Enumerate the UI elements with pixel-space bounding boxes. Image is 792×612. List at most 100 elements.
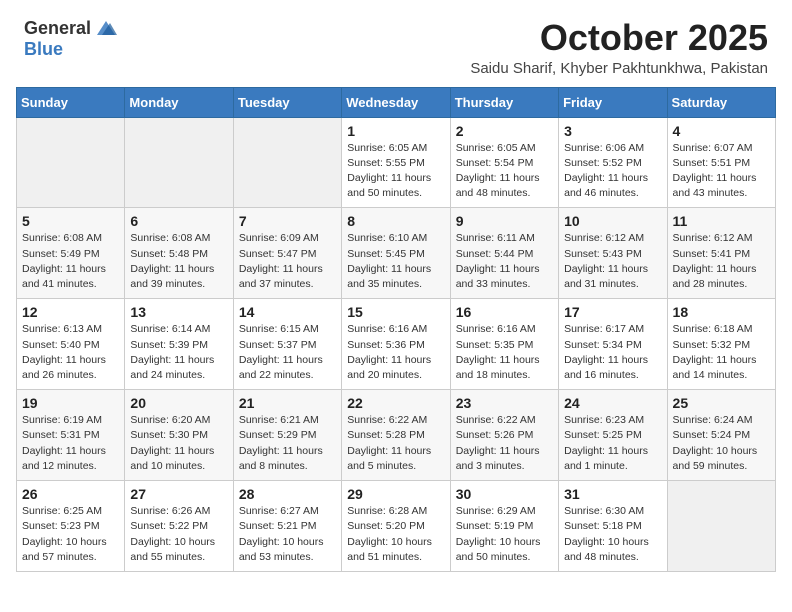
day-number: 27 — [130, 486, 227, 502]
day-info: Sunrise: 6:22 AMSunset: 5:26 PMDaylight:… — [456, 413, 553, 474]
day-number: 9 — [456, 213, 553, 229]
day-cell: 6Sunrise: 6:08 AMSunset: 5:48 PMDaylight… — [125, 208, 233, 299]
column-header-thursday: Thursday — [450, 87, 558, 117]
day-cell: 17Sunrise: 6:17 AMSunset: 5:34 PMDayligh… — [559, 299, 667, 390]
day-info: Sunrise: 6:11 AMSunset: 5:44 PMDaylight:… — [456, 231, 553, 292]
column-header-friday: Friday — [559, 87, 667, 117]
day-number: 18 — [673, 304, 770, 320]
day-info: Sunrise: 6:25 AMSunset: 5:23 PMDaylight:… — [22, 504, 119, 565]
day-info: Sunrise: 6:26 AMSunset: 5:22 PMDaylight:… — [130, 504, 227, 565]
day-number: 31 — [564, 486, 661, 502]
day-cell: 23 Sunrise: 6:22 AMSunset: 5:26 PMDayligh… — [450, 390, 558, 481]
day-number: 2 — [456, 123, 553, 139]
day-number: 14 — [239, 304, 336, 320]
day-cell: 24 Sunrise: 6:23 AMSunset: 5:25 PMDayligh… — [559, 390, 667, 481]
day-cell: 27 Sunrise: 6:26 AMSunset: 5:22 PMDayligh… — [125, 481, 233, 572]
day-cell: 19 Sunrise: 6:19 AMSunset: 5:31 PMDayligh… — [17, 390, 125, 481]
day-number: 21 — [239, 395, 336, 411]
day-number: 12 — [22, 304, 119, 320]
day-info: Sunrise: 6:21 AMSunset: 5:29 PMDaylight:… — [239, 413, 336, 474]
day-cell: 10Sunrise: 6:12 AMSunset: 5:43 PMDayligh… — [559, 208, 667, 299]
day-cell: 9 Sunrise: 6:11 AMSunset: 5:44 PMDaylight… — [450, 208, 558, 299]
day-cell: 22 Sunrise: 6:22 AMSunset: 5:28 PMDayligh… — [342, 390, 450, 481]
day-number: 5 — [22, 213, 119, 229]
day-info: Sunrise: 6:16 AMSunset: 5:36 PMDaylight:… — [347, 322, 444, 383]
day-cell: 4 Sunrise: 6:07 AMSunset: 5:51 PMDaylight… — [667, 117, 775, 208]
day-info: Sunrise: 6:15 AMSunset: 5:37 PMDaylight:… — [239, 322, 336, 383]
day-info: Sunrise: 6:06 AMSunset: 5:52 PMDaylight:… — [564, 141, 661, 202]
logo: General Blue — [24, 18, 117, 60]
day-info: Sunrise: 6:05 AMSunset: 5:55 PMDaylight:… — [347, 141, 444, 202]
day-cell: 30 Sunrise: 6:29 AMSunset: 5:19 PMDayligh… — [450, 481, 558, 572]
day-info: Sunrise: 6:24 AMSunset: 5:24 PMDaylight:… — [673, 413, 770, 474]
day-cell — [233, 117, 341, 208]
day-cell: 18 Sunrise: 6:18 AMSunset: 5:32 PMDayligh… — [667, 299, 775, 390]
day-info: Sunrise: 6:16 AMSunset: 5:35 PMDaylight:… — [456, 322, 553, 383]
day-cell: 20Sunrise: 6:20 AMSunset: 5:30 PMDayligh… — [125, 390, 233, 481]
title-block: October 2025 Saidu Sharif, Khyber Pakhtu… — [470, 18, 768, 77]
day-number: 3 — [564, 123, 661, 139]
day-number: 22 — [347, 395, 444, 411]
day-number: 30 — [456, 486, 553, 502]
day-number: 13 — [130, 304, 227, 320]
day-info: Sunrise: 6:22 AMSunset: 5:28 PMDaylight:… — [347, 413, 444, 474]
day-cell: 26 Sunrise: 6:25 AMSunset: 5:23 PMDayligh… — [17, 481, 125, 572]
day-cell: 2Sunrise: 6:05 AMSunset: 5:54 PMDaylight… — [450, 117, 558, 208]
day-cell: 14 Sunrise: 6:15 AMSunset: 5:37 PMDayligh… — [233, 299, 341, 390]
day-info: Sunrise: 6:07 AMSunset: 5:51 PMDaylight:… — [673, 141, 770, 202]
day-info: Sunrise: 6:28 AMSunset: 5:20 PMDaylight:… — [347, 504, 444, 565]
day-cell: 3 Sunrise: 6:06 AMSunset: 5:52 PMDaylight… — [559, 117, 667, 208]
day-info: Sunrise: 6:08 AMSunset: 5:49 PMDaylight:… — [22, 231, 119, 292]
day-cell: 5 Sunrise: 6:08 AMSunset: 5:49 PMDaylight… — [17, 208, 125, 299]
day-number: 6 — [130, 213, 227, 229]
column-header-tuesday: Tuesday — [233, 87, 341, 117]
day-info: Sunrise: 6:23 AMSunset: 5:25 PMDaylight:… — [564, 413, 661, 474]
month-title: October 2025 — [470, 18, 768, 58]
day-number: 28 — [239, 486, 336, 502]
day-info: Sunrise: 6:29 AMSunset: 5:19 PMDaylight:… — [456, 504, 553, 565]
week-row-3: 12 Sunrise: 6:13 AMSunset: 5:40 PMDayligh… — [17, 299, 776, 390]
day-number: 29 — [347, 486, 444, 502]
logo-general-text: General — [24, 18, 91, 39]
column-header-sunday: Sunday — [17, 87, 125, 117]
day-cell: 13 Sunrise: 6:14 AMSunset: 5:39 PMDayligh… — [125, 299, 233, 390]
day-info: Sunrise: 6:09 AMSunset: 5:47 PMDaylight:… — [239, 231, 336, 292]
day-number: 10 — [564, 213, 661, 229]
calendar-table: SundayMondayTuesdayWednesdayThursdayFrid… — [16, 87, 776, 572]
column-header-saturday: Saturday — [667, 87, 775, 117]
logo-icon — [95, 19, 117, 37]
day-number: 19 — [22, 395, 119, 411]
day-number: 4 — [673, 123, 770, 139]
day-info: Sunrise: 6:18 AMSunset: 5:32 PMDaylight:… — [673, 322, 770, 383]
day-number: 23 — [456, 395, 553, 411]
day-cell: 31 Sunrise: 6:30 AMSunset: 5:18 PMDayligh… — [559, 481, 667, 572]
column-header-wednesday: Wednesday — [342, 87, 450, 117]
calendar-header: SundayMondayTuesdayWednesdayThursdayFrid… — [17, 87, 776, 117]
day-number: 11 — [673, 213, 770, 229]
day-info: Sunrise: 6:19 AMSunset: 5:31 PMDaylight:… — [22, 413, 119, 474]
day-number: 24 — [564, 395, 661, 411]
day-number: 20 — [130, 395, 227, 411]
logo-blue-text: Blue — [24, 39, 63, 59]
header-row: SundayMondayTuesdayWednesdayThursdayFrid… — [17, 87, 776, 117]
day-info: Sunrise: 6:27 AMSunset: 5:21 PMDaylight:… — [239, 504, 336, 565]
day-number: 1 — [347, 123, 444, 139]
day-cell: 8Sunrise: 6:10 AMSunset: 5:45 PMDaylight… — [342, 208, 450, 299]
location-subtitle: Saidu Sharif, Khyber Pakhtunkhwa, Pakist… — [470, 60, 768, 77]
week-row-1: 1 Sunrise: 6:05 AMSunset: 5:55 PMDaylight… — [17, 117, 776, 208]
day-cell: 28 Sunrise: 6:27 AMSunset: 5:21 PMDayligh… — [233, 481, 341, 572]
week-row-5: 26 Sunrise: 6:25 AMSunset: 5:23 PMDayligh… — [17, 481, 776, 572]
day-info: Sunrise: 6:10 AMSunset: 5:45 PMDaylight:… — [347, 231, 444, 292]
day-info: Sunrise: 6:13 AMSunset: 5:40 PMDaylight:… — [22, 322, 119, 383]
day-info: Sunrise: 6:14 AMSunset: 5:39 PMDaylight:… — [130, 322, 227, 383]
day-cell — [667, 481, 775, 572]
day-info: Sunrise: 6:17 AMSunset: 5:34 PMDaylight:… — [564, 322, 661, 383]
day-number: 26 — [22, 486, 119, 502]
day-cell: 21 Sunrise: 6:21 AMSunset: 5:29 PMDayligh… — [233, 390, 341, 481]
day-cell: 15Sunrise: 6:16 AMSunset: 5:36 PMDayligh… — [342, 299, 450, 390]
day-info: Sunrise: 6:12 AMSunset: 5:41 PMDaylight:… — [673, 231, 770, 292]
day-cell: 25Sunrise: 6:24 AMSunset: 5:24 PMDayligh… — [667, 390, 775, 481]
day-info: Sunrise: 6:30 AMSunset: 5:18 PMDaylight:… — [564, 504, 661, 565]
week-row-2: 5 Sunrise: 6:08 AMSunset: 5:49 PMDaylight… — [17, 208, 776, 299]
day-cell: 7Sunrise: 6:09 AMSunset: 5:47 PMDaylight… — [233, 208, 341, 299]
